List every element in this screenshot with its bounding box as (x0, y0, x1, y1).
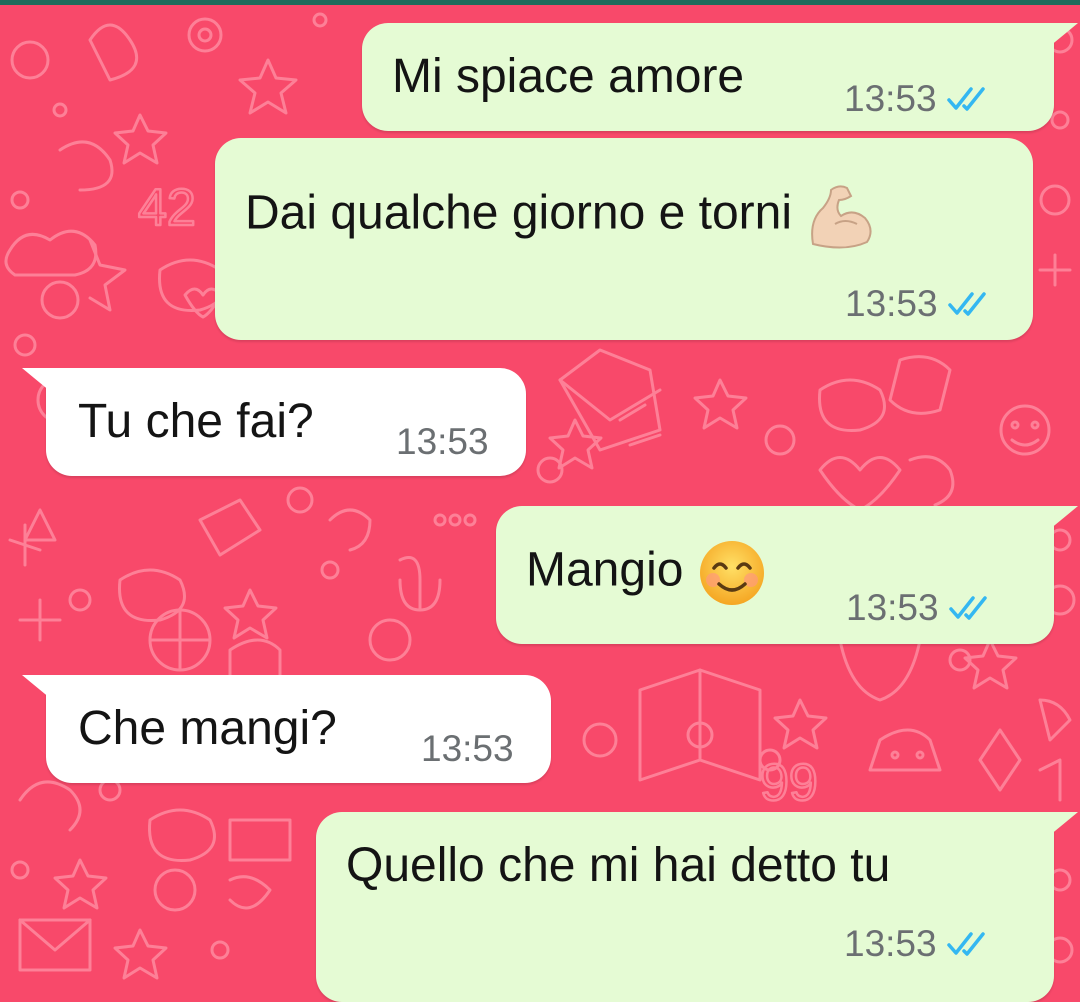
message-meta: 13:53 (844, 924, 991, 964)
message-bubble-outgoing[interactable]: Dai qualche giorno e torni 13:53 (215, 138, 1033, 340)
doodle-cloud (4, 229, 98, 277)
doodle-plus (18, 598, 62, 642)
doodle-star (113, 113, 168, 165)
message-text: Quello che mi hai detto tu (346, 839, 891, 892)
doodle-cup (888, 355, 952, 415)
message-text-content: Mangio (526, 543, 684, 597)
message-time: 13:53 (421, 728, 514, 769)
smiling-face-with-smiling-eyes-emoji (699, 541, 764, 605)
doodle-star (963, 638, 1018, 690)
svg-text:42: 42 (138, 179, 196, 237)
doodle-gear (187, 17, 223, 53)
bubble-tail (22, 675, 56, 703)
flexed-biceps-emoji (811, 185, 872, 249)
doodle-star (113, 928, 168, 980)
doodle-smiley (999, 404, 1051, 456)
doodle-quote (328, 508, 372, 552)
message-text: Mangio (526, 538, 767, 608)
message-meta: 13:53 (844, 79, 991, 119)
bubble-tail (1044, 23, 1078, 51)
doodle-star (238, 58, 298, 115)
message-time: 13:53 (844, 923, 937, 964)
message-meta: 13:53 (846, 588, 993, 628)
doodle-sparkle (773, 698, 828, 750)
message-bubble-incoming[interactable]: Che mangi? 13:53 (22, 675, 551, 783)
message-time: 13:53 (844, 78, 937, 119)
message-text: Mi spiace amore (392, 50, 745, 103)
message-bubble-incoming[interactable]: Tu che fai? 13:53 (22, 368, 526, 476)
doodle-ticket (228, 818, 292, 862)
message-meta: 13:53 (845, 284, 992, 324)
doodle-circle (10, 40, 50, 80)
bubble-tail (1044, 812, 1078, 840)
message-time: 13:53 (396, 421, 489, 462)
doodle-phone (908, 455, 955, 507)
message-bubble-outgoing[interactable]: Mi spiace amore 13:53 (362, 23, 1078, 131)
doodle-heart (818, 456, 902, 512)
message-text: Dai qualche giorno e torni (245, 180, 877, 252)
doodle-lemon (228, 875, 272, 910)
double-check-icon (946, 87, 985, 111)
bubble-tail (1044, 506, 1078, 534)
doodle-sparkle (8, 523, 42, 567)
bubble-tail (22, 368, 56, 396)
message-text: Tu che fai? (78, 395, 314, 448)
double-check-icon (947, 292, 986, 316)
doodle-sparkle (88, 238, 127, 312)
double-check-icon (946, 932, 985, 956)
doodle-lightning (1038, 758, 1062, 802)
doodle-clock (18, 780, 82, 832)
doodle-star (53, 858, 108, 910)
doodle-mic (398, 556, 442, 612)
doodle-star (223, 588, 278, 640)
message-bubble-outgoing[interactable]: Mangio 13:53 (496, 506, 1078, 644)
message-text-content: Dai qualche giorno e torni (245, 186, 793, 240)
doodle-pencil (198, 498, 262, 557)
doodle-cloud (148, 808, 216, 862)
message-meta: 13:53 (421, 729, 514, 769)
message-time: 13:53 (845, 283, 938, 324)
message-bubble-outgoing[interactable]: Quello che mi hai detto tu 13:53 (316, 812, 1078, 1002)
doodle-hand (58, 140, 114, 192)
doodle-android (868, 728, 942, 772)
doodle-megaphone (228, 638, 282, 682)
message-time: 13:53 (846, 587, 939, 628)
svg-text:99: 99 (760, 754, 818, 812)
doodle-star (693, 378, 748, 430)
message-meta: 13:53 (396, 422, 489, 462)
doodle-blob (88, 23, 139, 82)
message-text: Che mangi? (78, 702, 337, 755)
double-check-icon (948, 596, 987, 620)
